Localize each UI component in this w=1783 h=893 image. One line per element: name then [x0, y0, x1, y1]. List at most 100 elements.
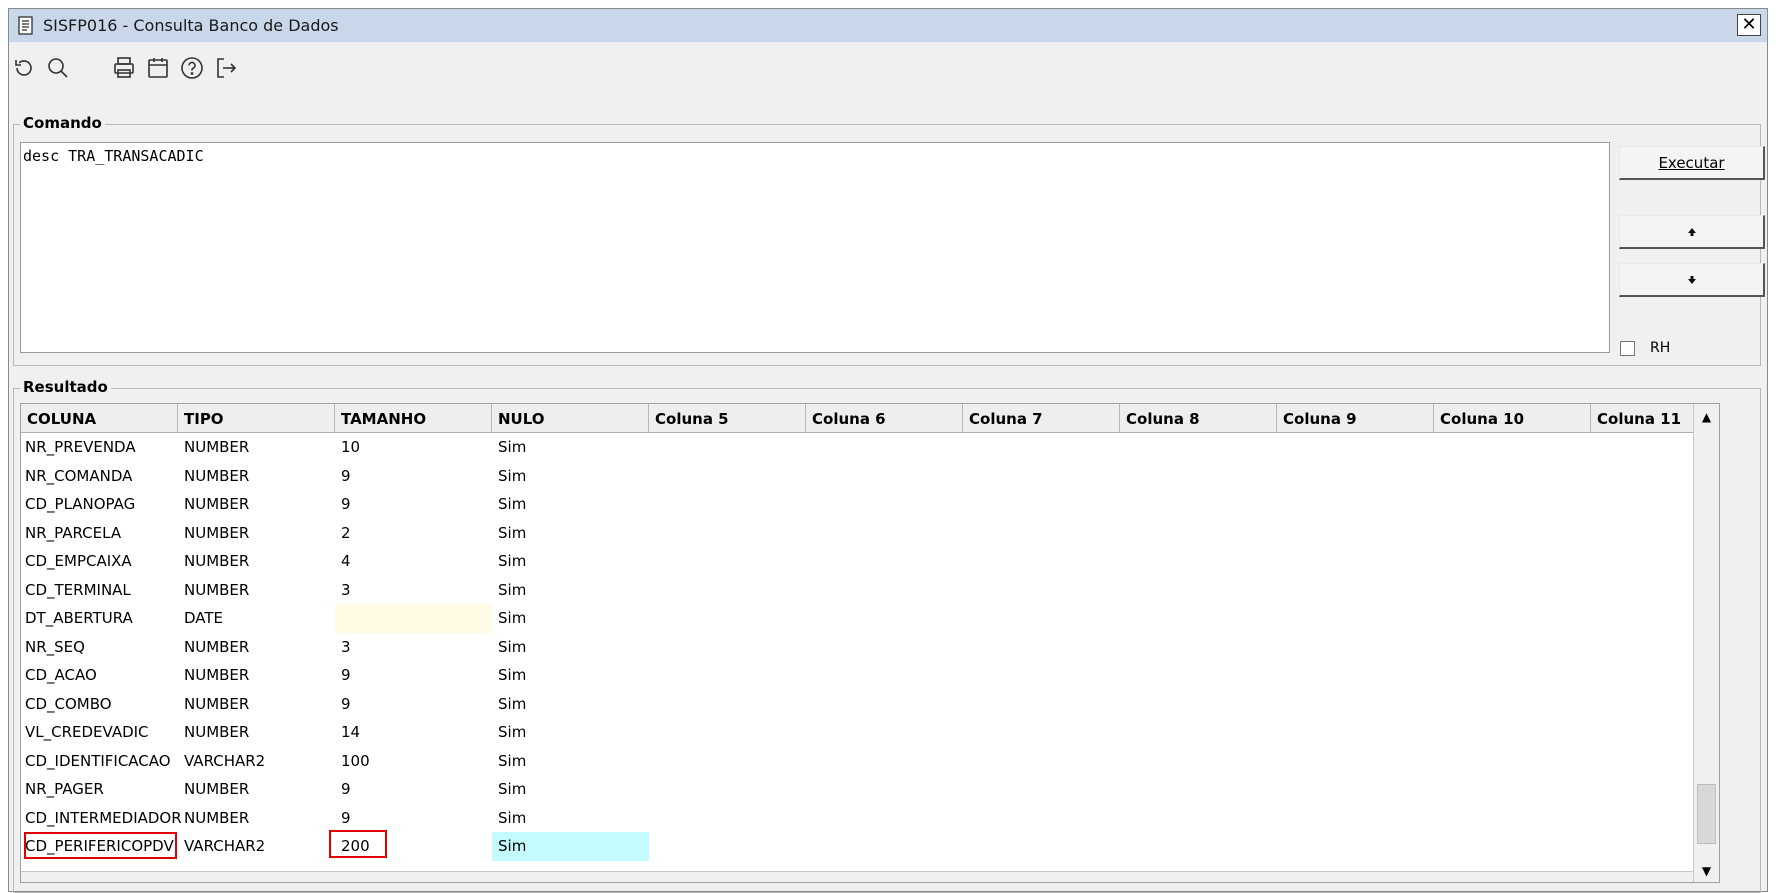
- table-cell[interactable]: [1120, 661, 1277, 690]
- table-cell[interactable]: VARCHAR2: [178, 747, 335, 776]
- table-cell[interactable]: [1120, 462, 1277, 491]
- table-cell[interactable]: [1434, 547, 1591, 576]
- table-cell[interactable]: 9: [335, 804, 492, 833]
- table-cell[interactable]: [806, 433, 963, 462]
- table-cell[interactable]: [806, 490, 963, 519]
- table-cell[interactable]: [1277, 462, 1434, 491]
- table-row[interactable]: CD_COMBO NUMBER 9 Sim: [21, 690, 1719, 719]
- table-cell[interactable]: [1120, 547, 1277, 576]
- table-cell[interactable]: VL_CREDEVADIC: [21, 718, 178, 747]
- table-cell[interactable]: [1277, 690, 1434, 719]
- table-cell[interactable]: [1277, 832, 1434, 861]
- table-row[interactable]: DT_ABERTURA DATE Sim: [21, 604, 1719, 633]
- table-cell[interactable]: Sim: [492, 661, 649, 690]
- table-cell[interactable]: CD_ACAO: [21, 661, 178, 690]
- table-row[interactable]: NR_SEQ NUMBER 3 Sim: [21, 633, 1719, 662]
- table-cell[interactable]: Sim: [492, 547, 649, 576]
- table-cell[interactable]: [1434, 775, 1591, 804]
- table-cell[interactable]: [1120, 433, 1277, 462]
- table-cell[interactable]: [963, 576, 1120, 605]
- table-cell[interactable]: [649, 775, 806, 804]
- exit-icon[interactable]: [213, 55, 239, 81]
- table-cell[interactable]: [1434, 433, 1591, 462]
- table-cell[interactable]: [1120, 633, 1277, 662]
- table-cell[interactable]: [806, 832, 963, 861]
- table-cell[interactable]: VARCHAR2: [178, 832, 335, 861]
- table-cell[interactable]: 10: [335, 433, 492, 462]
- vertical-scrollbar[interactable]: ▲ ▼: [1693, 404, 1719, 882]
- table-cell[interactable]: 9: [335, 775, 492, 804]
- table-cell[interactable]: NUMBER: [178, 462, 335, 491]
- table-cell[interactable]: Sim: [492, 718, 649, 747]
- table-cell[interactable]: [1277, 633, 1434, 662]
- table-cell[interactable]: Sim: [492, 633, 649, 662]
- table-cell[interactable]: Sim: [492, 519, 649, 548]
- table-cell[interactable]: NUMBER: [178, 433, 335, 462]
- table-cell[interactable]: [1277, 661, 1434, 690]
- table-cell[interactable]: [1434, 633, 1591, 662]
- column-header[interactable]: Coluna 8: [1120, 404, 1277, 432]
- command-textarea[interactable]: desc TRA_TRANSACADIC: [20, 142, 1610, 353]
- table-cell[interactable]: [335, 604, 492, 633]
- table-cell[interactable]: [1434, 747, 1591, 776]
- table-cell[interactable]: NR_PREVENDA: [21, 433, 178, 462]
- table-cell[interactable]: [649, 718, 806, 747]
- table-cell[interactable]: [806, 519, 963, 548]
- table-cell[interactable]: NUMBER: [178, 661, 335, 690]
- table-cell[interactable]: [649, 832, 806, 861]
- table-cell[interactable]: [1277, 547, 1434, 576]
- table-cell[interactable]: [649, 604, 806, 633]
- table-cell[interactable]: Sim: [492, 832, 649, 861]
- table-row[interactable]: NR_PREVENDA NUMBER 10 Sim: [21, 433, 1719, 462]
- table-cell[interactable]: [963, 604, 1120, 633]
- column-header[interactable]: Coluna 7: [963, 404, 1120, 432]
- table-cell[interactable]: [963, 775, 1120, 804]
- table-cell[interactable]: [649, 519, 806, 548]
- table-cell[interactable]: NUMBER: [178, 519, 335, 548]
- table-cell[interactable]: NUMBER: [178, 490, 335, 519]
- table-row[interactable]: CD_IDENTIFICACAO VARCHAR2 100 Sim: [21, 747, 1719, 776]
- close-button[interactable]: ✕: [1737, 14, 1761, 36]
- table-cell[interactable]: [963, 462, 1120, 491]
- table-cell[interactable]: [1120, 832, 1277, 861]
- table-cell[interactable]: CD_TERMINAL: [21, 576, 178, 605]
- table-cell[interactable]: [963, 661, 1120, 690]
- undo-icon[interactable]: [11, 55, 37, 81]
- table-cell[interactable]: Sim: [492, 433, 649, 462]
- table-cell[interactable]: [963, 633, 1120, 662]
- table-cell[interactable]: Sim: [492, 775, 649, 804]
- table-cell[interactable]: 4: [335, 547, 492, 576]
- table-cell[interactable]: [1434, 604, 1591, 633]
- table-cell[interactable]: NUMBER: [178, 633, 335, 662]
- table-cell[interactable]: [1277, 433, 1434, 462]
- table-cell[interactable]: 3: [335, 633, 492, 662]
- table-cell[interactable]: [649, 462, 806, 491]
- table-cell[interactable]: [1277, 519, 1434, 548]
- table-cell[interactable]: NR_COMANDA: [21, 462, 178, 491]
- table-cell[interactable]: CD_PERIFERICOPDV: [21, 832, 178, 861]
- table-cell[interactable]: DATE: [178, 604, 335, 633]
- table-cell[interactable]: [1434, 576, 1591, 605]
- table-cell[interactable]: [963, 519, 1120, 548]
- table-cell[interactable]: CD_EMPCAIXA: [21, 547, 178, 576]
- table-cell[interactable]: [1120, 718, 1277, 747]
- column-header[interactable]: TIPO: [178, 404, 335, 432]
- table-cell[interactable]: [806, 661, 963, 690]
- table-cell[interactable]: [1120, 747, 1277, 776]
- table-cell[interactable]: [1434, 490, 1591, 519]
- result-grid[interactable]: COLUNA TIPO TAMANHO NULO Coluna 5 Coluna 6 Col…: [20, 403, 1720, 883]
- table-cell[interactable]: 9: [335, 462, 492, 491]
- table-cell[interactable]: NUMBER: [178, 576, 335, 605]
- table-row[interactable]: NR_PAGER NUMBER 9 Sim: [21, 775, 1719, 804]
- help-icon[interactable]: [179, 55, 205, 81]
- table-cell[interactable]: NR_PAGER: [21, 775, 178, 804]
- table-cell[interactable]: [1277, 604, 1434, 633]
- table-cell[interactable]: [806, 576, 963, 605]
- table-cell[interactable]: [1434, 832, 1591, 861]
- table-cell[interactable]: [1434, 519, 1591, 548]
- table-cell[interactable]: Sim: [492, 804, 649, 833]
- table-cell[interactable]: [963, 433, 1120, 462]
- scroll-thumb[interactable]: [1697, 784, 1716, 844]
- table-row[interactable]: NR_PARCELA NUMBER 2 Sim: [21, 519, 1719, 548]
- executar-button[interactable]: Executar: [1619, 146, 1765, 180]
